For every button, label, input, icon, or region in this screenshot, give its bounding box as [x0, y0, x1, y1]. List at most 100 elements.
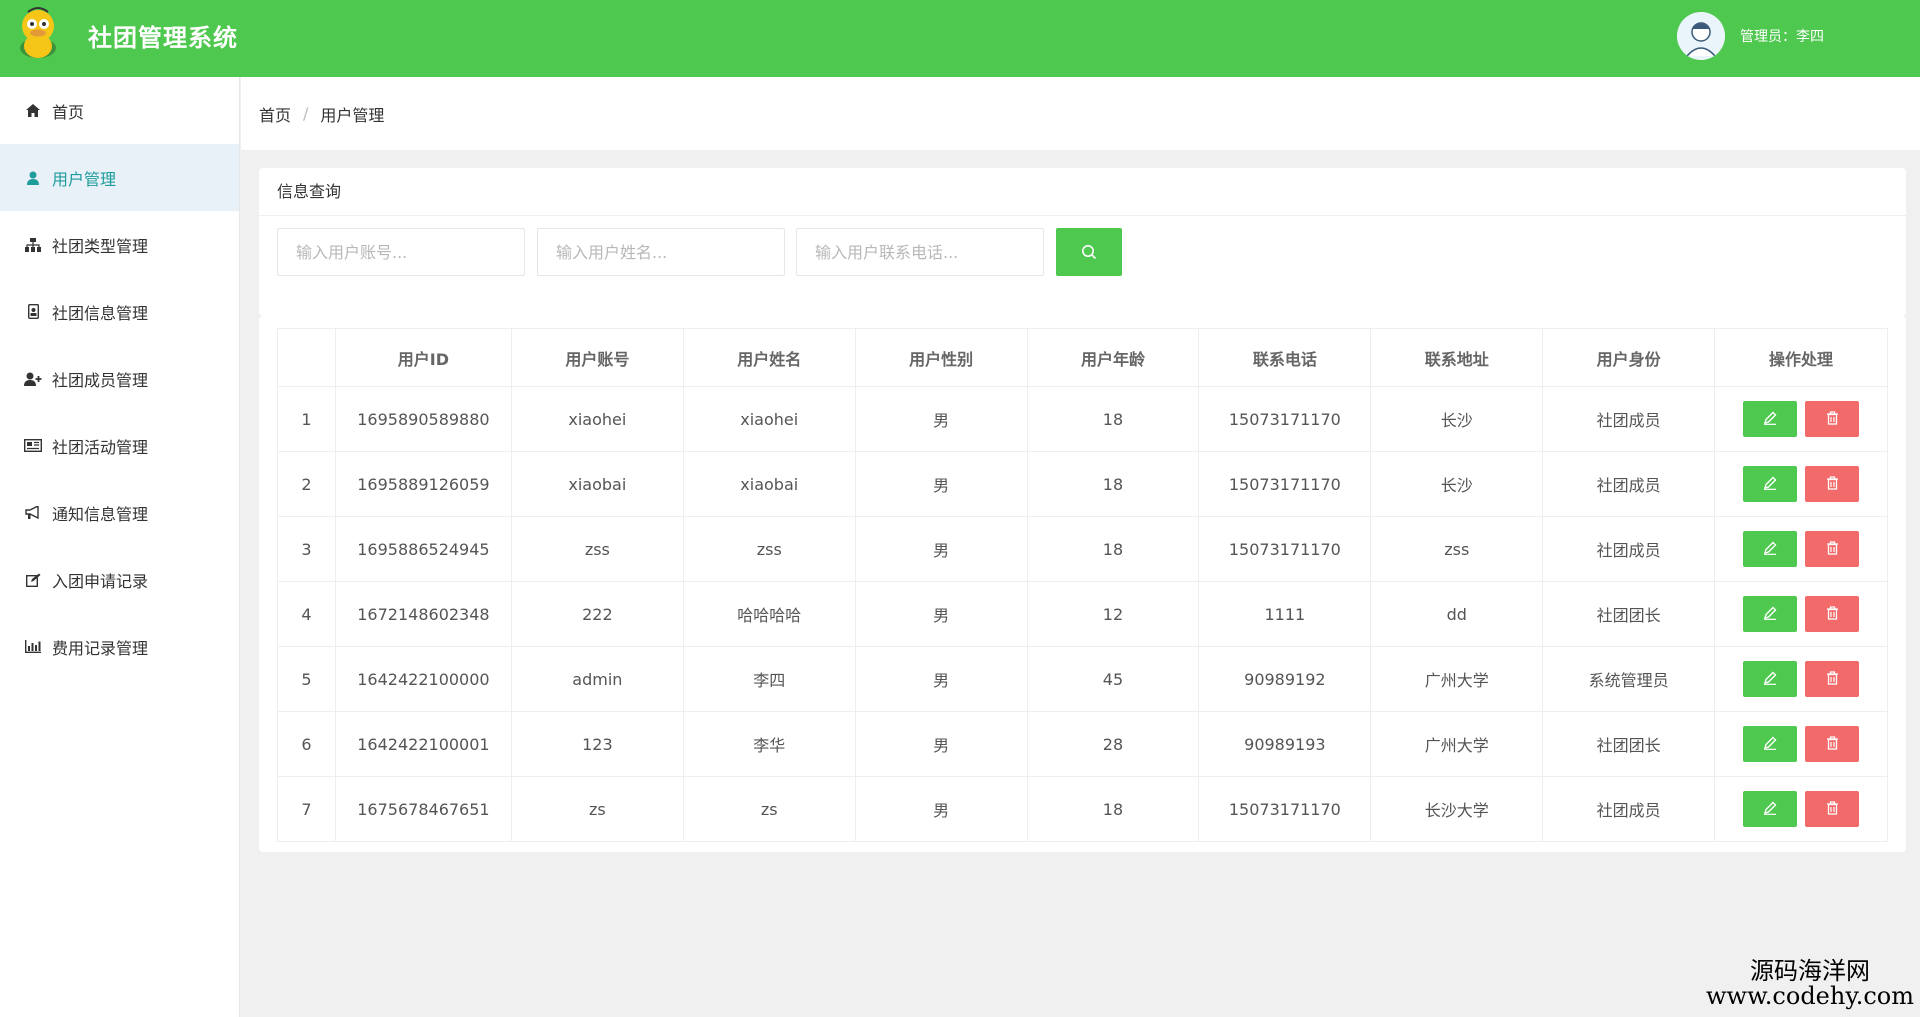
- delete-button[interactable]: [1805, 596, 1860, 632]
- sidebar-item-label: 首页: [52, 102, 85, 122]
- table-cell: 哈哈哈哈: [682, 581, 856, 647]
- trash-icon: [1826, 800, 1839, 818]
- user-plus-icon: [24, 370, 42, 388]
- sidebar-item-club-activities[interactable]: 社团活动管理: [0, 412, 239, 479]
- account-search-input[interactable]: [277, 228, 525, 276]
- table-header-row: 用户ID 用户账号 用户姓名 用户性别 用户年龄 联系电话 联系地址 用户身份 操作处理: [277, 328, 1888, 387]
- sidebar-item-notifications[interactable]: 通知信息管理: [0, 479, 239, 546]
- edit-icon: [1763, 476, 1777, 493]
- table-cell: 广州大学: [1370, 646, 1544, 712]
- table-cell: zs: [510, 776, 684, 842]
- table-cell: 1695886524945: [334, 516, 512, 582]
- table-cell: 男: [854, 711, 1028, 777]
- sidebar-item-home[interactable]: 首页: [0, 77, 239, 144]
- sidebar-item-label: 社团信息管理: [52, 303, 149, 323]
- delete-button[interactable]: [1805, 466, 1860, 502]
- sidebar-item-join-requests[interactable]: 入团申请记录: [0, 546, 239, 613]
- delete-button[interactable]: [1805, 401, 1860, 437]
- table-cell: 4: [277, 581, 336, 647]
- table-cell: 1672148602348: [334, 581, 512, 647]
- edit-button[interactable]: [1743, 726, 1798, 762]
- edit-button[interactable]: [1743, 401, 1798, 437]
- edit-icon: [1763, 411, 1777, 428]
- sidebar-item-label: 费用记录管理: [52, 638, 149, 658]
- table-cell: 6: [277, 711, 336, 777]
- actions-cell: [1714, 711, 1888, 777]
- table-cell: 5: [277, 646, 336, 712]
- sidebar-item-label: 通知信息管理: [52, 504, 149, 524]
- admin-name[interactable]: 管理员：李四: [1740, 26, 1824, 46]
- table-cell: 男: [854, 581, 1028, 647]
- delete-button[interactable]: [1805, 726, 1860, 762]
- search-icon: [1082, 245, 1097, 260]
- sidebar: 首页 用户管理 社团类型管理 社团信息管理 社团成员管理 社团活动管理 通知信息…: [0, 77, 240, 1017]
- column-header: 用户ID: [334, 328, 512, 387]
- users-table: 用户ID 用户账号 用户姓名 用户性别 用户年龄 联系电话 联系地址 用户身份 操作处理 1 16…: [277, 328, 1888, 842]
- actions-cell: [1714, 646, 1888, 712]
- delete-button[interactable]: [1805, 791, 1860, 827]
- top-header: 社团管理系统 管理员：李四: [0, 0, 1920, 77]
- table-cell: 长沙大学: [1370, 776, 1544, 842]
- sidebar-item-club-info[interactable]: 社团信息管理: [0, 278, 239, 345]
- table-row: 2 1695889126059 xiaobai xiaobai 男 18 150731711…: [277, 451, 1888, 517]
- edit-button[interactable]: [1743, 531, 1798, 567]
- table-cell: 15073171170: [1198, 451, 1372, 517]
- table-panel: 用户ID 用户账号 用户姓名 用户性别 用户年龄 联系电话 联系地址 用户身份 操作处理 1 16…: [259, 316, 1906, 852]
- edit-icon: [1763, 736, 1777, 753]
- admin-avatar[interactable]: [1677, 12, 1725, 60]
- trash-icon: [1826, 670, 1839, 688]
- table-cell: zss: [682, 516, 856, 582]
- table-cell: xiaobai: [510, 451, 684, 517]
- table-cell: 社团团长: [1542, 711, 1716, 777]
- table-cell: zss: [510, 516, 684, 582]
- table-cell: 15073171170: [1198, 776, 1372, 842]
- table-cell: zss: [1370, 516, 1544, 582]
- table-cell: dd: [1370, 581, 1544, 647]
- trash-icon: [1826, 735, 1839, 753]
- edit-button[interactable]: [1743, 596, 1798, 632]
- table-cell: 18: [1026, 451, 1200, 517]
- sidebar-item-club-members[interactable]: 社团成员管理: [0, 345, 239, 412]
- edit-button[interactable]: [1743, 661, 1798, 697]
- table-cell: 男: [854, 646, 1028, 712]
- trash-icon: [1826, 475, 1839, 493]
- sidebar-item-club-types[interactable]: 社团类型管理: [0, 211, 239, 278]
- sidebar-item-label: 社团成员管理: [52, 370, 149, 390]
- table-row: 4 1672148602348 222 哈哈哈哈男 12 1111 dd 社团团长: [277, 581, 1888, 647]
- sidebar-item-label: 用户管理: [52, 169, 117, 189]
- user-icon: [24, 169, 42, 187]
- edit-button[interactable]: [1743, 466, 1798, 502]
- edit-button[interactable]: [1743, 791, 1798, 827]
- table-cell: 1642422100000: [334, 646, 512, 712]
- table-cell: 15073171170: [1198, 516, 1372, 582]
- table-cell: 1: [277, 386, 336, 452]
- actions-cell: [1714, 581, 1888, 647]
- table-cell: 1111: [1198, 581, 1372, 647]
- sidebar-item-label: 社团类型管理: [52, 236, 149, 256]
- delete-button[interactable]: [1805, 661, 1860, 697]
- table-cell: 45: [1026, 646, 1200, 712]
- breadcrumb-home[interactable]: 首页: [259, 102, 291, 126]
- table-cell: 社团成员: [1542, 451, 1716, 517]
- delete-button[interactable]: [1805, 531, 1860, 567]
- table-cell: 社团成员: [1542, 516, 1716, 582]
- column-header: 联系电话: [1198, 328, 1372, 387]
- table-cell: 长沙: [1370, 451, 1544, 517]
- column-header: 操作处理: [1714, 328, 1888, 387]
- app-title: 社团管理系统: [88, 24, 238, 52]
- sidebar-item-users[interactable]: 用户管理: [0, 144, 239, 211]
- bullhorn-icon: [24, 504, 42, 522]
- table-cell: 广州大学: [1370, 711, 1544, 777]
- column-header: 用户姓名: [682, 328, 856, 387]
- table-cell: 18: [1026, 386, 1200, 452]
- table-row: 5 1642422100000 admin 李四男 45 90989192 广州大学 系统管理…: [277, 646, 1888, 712]
- search-button[interactable]: [1056, 228, 1122, 276]
- name-search-input[interactable]: [537, 228, 785, 276]
- phone-search-input[interactable]: [796, 228, 1044, 276]
- edit-icon: [24, 571, 42, 589]
- trash-icon: [1826, 605, 1839, 623]
- bar-chart-icon: [24, 638, 42, 656]
- table-row: 7 1675678467651 zs zs 男 18 15073171170 长沙大学 社团成员: [277, 776, 1888, 842]
- sidebar-item-fees[interactable]: 费用记录管理: [0, 613, 239, 680]
- column-header: 联系地址: [1370, 328, 1544, 387]
